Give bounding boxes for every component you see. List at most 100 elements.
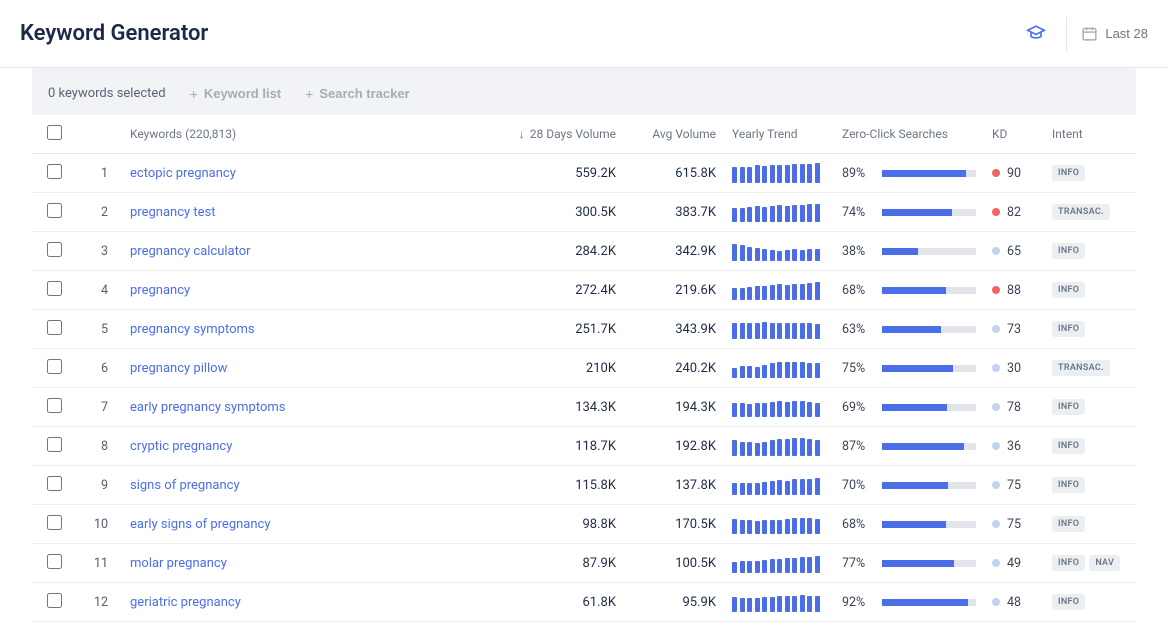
gap-cell [354, 427, 504, 466]
row-checkbox[interactable] [47, 320, 62, 335]
add-to-search-tracker-button[interactable]: + Search tracker [305, 86, 410, 101]
keyword-link[interactable]: early pregnancy symptoms [130, 400, 286, 415]
row-index: 11 [76, 544, 122, 583]
add-to-keyword-list-button[interactable]: + Keyword list [190, 86, 281, 101]
table-row: 9signs of pregnancy115.8K137.8K70%75INFO [32, 466, 1136, 505]
header-yearly-trend[interactable]: Yearly Trend [724, 115, 834, 154]
table-row: 2pregnancy test300.5K383.7K74%82TRANSAC. [32, 193, 1136, 232]
gap-cell [354, 232, 504, 271]
zeroclick-percent: 70% [842, 478, 872, 493]
row-checkbox[interactable] [47, 242, 62, 257]
sparkline [732, 514, 826, 534]
zeroclick-cell: 38% [834, 232, 984, 271]
vol28-cell: 251.7K [504, 310, 624, 349]
avgvol-cell: 194.3K [624, 388, 724, 427]
row-checkbox[interactable] [47, 203, 62, 218]
keyword-link[interactable]: signs of pregnancy [130, 478, 240, 493]
kd-value: 65 [1007, 244, 1021, 259]
trend-cell [724, 388, 834, 427]
row-index: 5 [76, 310, 122, 349]
header-intent[interactable]: Intent [1044, 115, 1136, 154]
row-checkbox[interactable] [47, 398, 62, 413]
row-checkbox[interactable] [47, 476, 62, 491]
trend-cell [724, 193, 834, 232]
gap-cell [354, 544, 504, 583]
row-checkbox[interactable] [47, 554, 62, 569]
zeroclick-percent: 77% [842, 556, 872, 571]
kd-value: 36 [1007, 439, 1021, 454]
zeroclick-percent: 89% [842, 166, 872, 181]
header-28d-volume[interactable]: ↓ 28 Days Volume [504, 115, 624, 154]
kd-value: 73 [1007, 322, 1021, 337]
trend-cell [724, 505, 834, 544]
kd-cell: 82 [984, 193, 1044, 232]
intent-cell: INFO [1044, 310, 1136, 349]
row-checkbox[interactable] [47, 359, 62, 374]
keyword-cell: pregnancy test [122, 193, 354, 232]
zeroclick-cell: 63% [834, 310, 984, 349]
select-all-checkbox[interactable] [47, 125, 62, 140]
keyword-link[interactable]: ectopic pregnancy [130, 166, 236, 181]
zeroclick-cell: 74% [834, 193, 984, 232]
row-checkbox[interactable] [47, 437, 62, 452]
plus-icon: + [190, 87, 198, 101]
vol28-cell: 300.5K [504, 193, 624, 232]
avgvol-cell: 95.9K [624, 583, 724, 622]
sparkline [732, 358, 826, 378]
keyword-link[interactable]: pregnancy [130, 283, 190, 298]
keyword-link[interactable]: pregnancy symptoms [130, 322, 255, 337]
row-checkbox-cell [32, 544, 76, 583]
kd-cell: 36 [984, 427, 1044, 466]
sparkline [732, 475, 826, 495]
row-checkbox[interactable] [47, 164, 62, 179]
intent-pill: NAV [1089, 555, 1120, 571]
row-checkbox-cell [32, 427, 76, 466]
avgvol-cell: 240.2K [624, 349, 724, 388]
kd-cell: 65 [984, 232, 1044, 271]
keyword-cell: pregnancy pillow [122, 349, 354, 388]
trend-cell [724, 427, 834, 466]
row-checkbox[interactable] [47, 281, 62, 296]
header-keywords[interactable]: Keywords (220,813) [122, 115, 354, 154]
trend-cell [724, 349, 834, 388]
keyword-link[interactable]: early signs of pregnancy [130, 517, 271, 532]
table-row: 10early signs of pregnancy98.8K170.5K68%… [32, 505, 1136, 544]
keyword-link[interactable]: pregnancy calculator [130, 244, 251, 259]
row-checkbox[interactable] [47, 515, 62, 530]
kd-value: 75 [1007, 478, 1021, 493]
table-row: 1ectopic pregnancy559.2K615.8K89%90INFO [32, 154, 1136, 193]
kd-cell: 88 [984, 271, 1044, 310]
gap-cell [354, 271, 504, 310]
arrow-down-icon: ↓ [519, 127, 525, 141]
intent-pill: INFO [1052, 477, 1085, 493]
keyword-link[interactable]: pregnancy pillow [130, 361, 227, 376]
toolbar: 0 keywords selected + Keyword list + Sea… [32, 68, 1136, 115]
date-range-button[interactable]: Last 28 [1081, 21, 1148, 46]
zeroclick-percent: 75% [842, 361, 872, 376]
header-kd[interactable]: KD [984, 115, 1044, 154]
keyword-link[interactable]: cryptic pregnancy [130, 439, 232, 454]
intent-pill: INFO [1052, 438, 1085, 454]
keyword-link[interactable]: geriatric pregnancy [130, 595, 241, 610]
zeroclick-cell: 87% [834, 427, 984, 466]
row-checkbox[interactable] [47, 593, 62, 608]
keyword-cell: pregnancy calculator [122, 232, 354, 271]
header-zero-click[interactable]: Zero-Click Searches [834, 115, 984, 154]
gap-cell [354, 349, 504, 388]
kd-value: 78 [1007, 400, 1021, 415]
header-avg-volume[interactable]: Avg Volume [624, 115, 724, 154]
zeroclick-cell: 68% [834, 271, 984, 310]
education-button[interactable] [1020, 16, 1052, 51]
keyword-link[interactable]: molar pregnancy [130, 556, 227, 571]
keyword-cell: cryptic pregnancy [122, 427, 354, 466]
avgvol-cell: 192.8K [624, 427, 724, 466]
zeroclick-percent: 38% [842, 244, 872, 259]
keyword-link[interactable]: pregnancy test [130, 205, 216, 220]
vol28-cell: 87.9K [504, 544, 624, 583]
row-checkbox-cell [32, 271, 76, 310]
avgvol-cell: 342.9K [624, 232, 724, 271]
avgvol-cell: 170.5K [624, 505, 724, 544]
kd-dot-icon [992, 208, 1000, 216]
zeroclick-bar [882, 521, 976, 528]
keyword-cell: ectopic pregnancy [122, 154, 354, 193]
